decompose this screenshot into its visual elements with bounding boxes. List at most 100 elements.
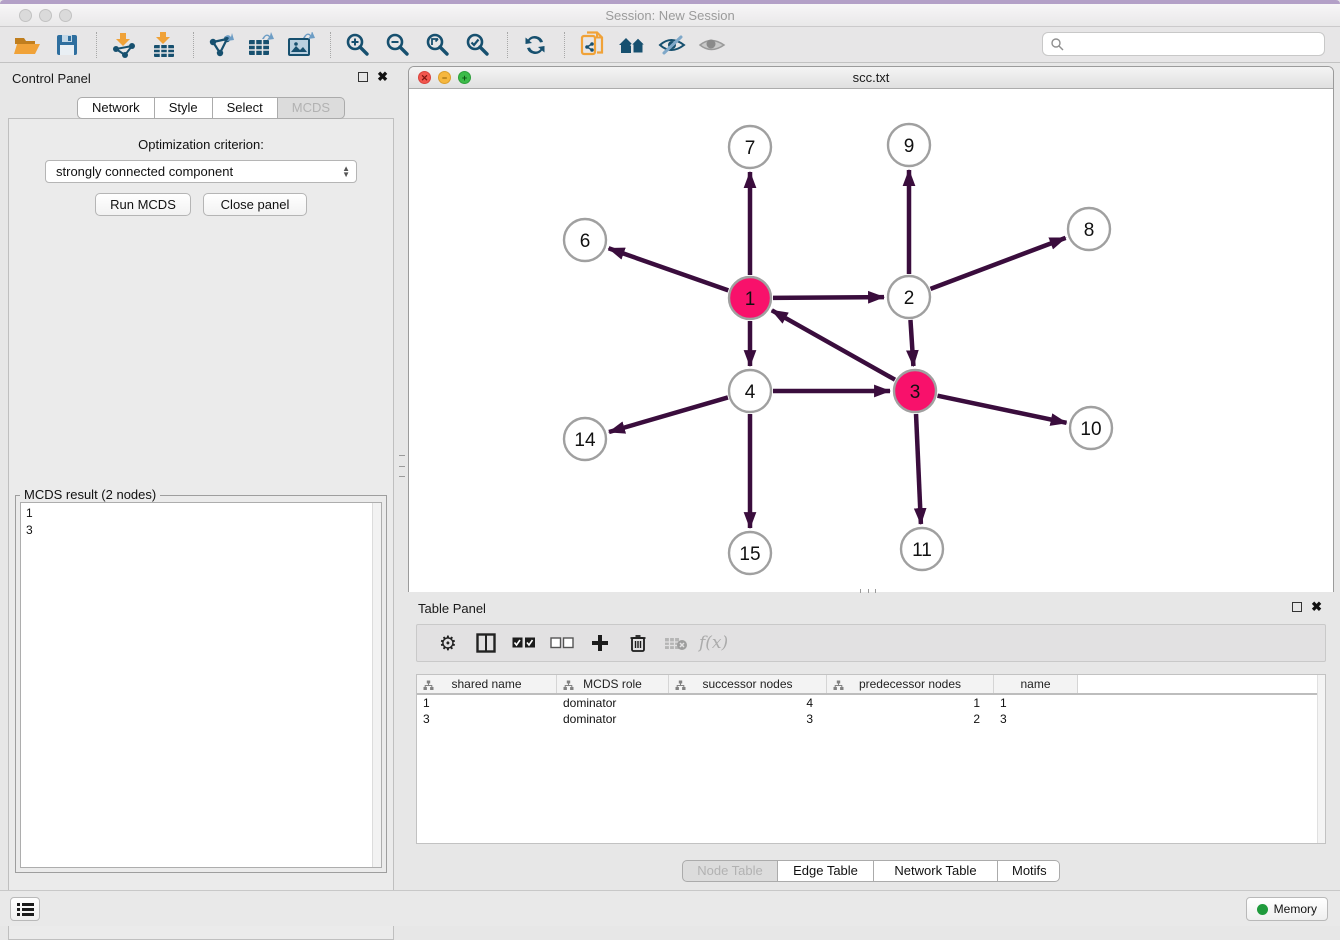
column-header-successor-nodes[interactable]: successor nodes [669, 675, 827, 693]
zoom-fit-icon [425, 32, 451, 58]
mcds-result-lines: 1 3 [26, 505, 33, 539]
zoom-out-button[interactable] [381, 30, 415, 60]
export-network-button[interactable] [204, 30, 238, 60]
hierarchy-icon [675, 680, 686, 691]
delete-column-button[interactable] [623, 629, 653, 657]
graph-node-label-6: 6 [580, 231, 591, 252]
table-row[interactable]: 1 dominator 4 1 1 [417, 695, 1325, 711]
graph-node-label-11: 11 [912, 540, 932, 561]
column-header-predecessor-nodes[interactable]: predecessor nodes [827, 675, 994, 693]
horizontal-splitter-grip[interactable] [860, 589, 876, 593]
hierarchy-icon [423, 680, 434, 691]
select-all-columns-button[interactable] [509, 629, 539, 657]
tab-mcds[interactable]: MCDS [278, 97, 345, 119]
table-tabs: Node Table Edge Table Network Table Moti… [682, 860, 1060, 882]
graph-edge-1-6[interactable] [609, 248, 729, 290]
graph-node-label-3: 3 [910, 382, 921, 403]
tab-network[interactable]: Network [77, 97, 155, 119]
table-settings-button[interactable]: ⚙ [433, 629, 463, 657]
show-all-button[interactable] [695, 30, 729, 60]
toolbar-separator [193, 32, 194, 58]
cell-predecessor-nodes[interactable]: 2 [827, 711, 994, 727]
column-header-name[interactable]: name [994, 675, 1078, 693]
cell-mcds-role[interactable]: dominator [557, 695, 669, 711]
table-panel: Table Panel ✖ ⚙ f(x) [408, 596, 1334, 886]
criterion-dropdown[interactable]: strongly connected component ▲▼ [45, 160, 357, 183]
cell-successor-nodes[interactable]: 4 [669, 695, 827, 711]
zoom-fit-button[interactable] [421, 30, 455, 60]
cell-mcds-role[interactable]: dominator [557, 711, 669, 727]
graph-edge-1-2[interactable] [773, 297, 884, 298]
open-session-button[interactable] [10, 30, 44, 60]
close-table-panel-icon[interactable]: ✖ [1311, 602, 1322, 612]
graph-edge-3-11[interactable] [916, 414, 921, 524]
graph-edge-2-3[interactable] [910, 320, 913, 366]
run-mcds-button[interactable]: Run MCDS [95, 193, 191, 216]
hide-selected-button[interactable] [655, 30, 689, 60]
cell-shared-name[interactable]: 3 [417, 711, 557, 727]
float-panel-icon[interactable] [358, 72, 368, 82]
zoom-selected-button[interactable] [461, 30, 495, 60]
tab-node-table[interactable]: Node Table [682, 860, 778, 882]
home-icon [617, 33, 647, 57]
unselect-all-columns-button[interactable] [547, 629, 577, 657]
cell-predecessor-nodes[interactable]: 1 [827, 695, 994, 711]
column-header-shared-name[interactable]: shared name [417, 675, 557, 693]
export-image-button[interactable] [284, 30, 318, 60]
tab-style[interactable]: Style [155, 97, 213, 119]
tab-select[interactable]: Select [213, 97, 278, 119]
memory-button[interactable]: Memory [1246, 897, 1328, 921]
export-table-button[interactable] [244, 30, 278, 60]
vertical-splitter-grip[interactable] [399, 455, 405, 477]
duplicate-network-button[interactable] [575, 30, 609, 60]
table-scrollbar[interactable] [1317, 675, 1325, 843]
tab-motifs[interactable]: Motifs [998, 860, 1060, 882]
zoom-out-icon [385, 32, 411, 58]
mcds-result-textarea[interactable]: 1 3 [20, 502, 382, 868]
graph-node-label-14: 14 [574, 430, 596, 451]
task-history-button[interactable] [10, 897, 40, 921]
graph-node-label-7: 7 [745, 138, 756, 159]
close-panel-button[interactable]: Close panel [203, 193, 307, 216]
search-box[interactable] [1042, 32, 1325, 56]
graph-edge-4-14[interactable] [609, 397, 728, 432]
import-table-button[interactable] [147, 30, 181, 60]
cell-successor-nodes[interactable]: 3 [669, 711, 827, 727]
column-header-mcds-role[interactable]: MCDS role [557, 675, 669, 693]
desktop-edge-top [0, 0, 1340, 4]
show-columns-button[interactable] [471, 629, 501, 657]
zoom-in-icon [345, 32, 371, 58]
control-panel-tabs: Network Style Select MCDS [77, 97, 345, 119]
toolbar-separator [96, 32, 97, 58]
table-toolbar: ⚙ f(x) [416, 624, 1326, 662]
delete-table-icon [664, 635, 688, 651]
delete-table-button[interactable] [661, 629, 691, 657]
table-panel-title: Table Panel [418, 601, 486, 616]
create-column-button[interactable] [585, 629, 615, 657]
cell-name[interactable]: 1 [994, 695, 1078, 711]
cell-name[interactable]: 3 [994, 711, 1078, 727]
table-row[interactable]: 3 dominator 3 2 3 [417, 711, 1325, 727]
refresh-layout-button[interactable] [518, 30, 552, 60]
graph-edge-3-1[interactable] [772, 310, 895, 379]
zoom-in-button[interactable] [341, 30, 375, 60]
graph-node-label-2: 2 [904, 288, 915, 309]
result-scrollbar[interactable] [372, 503, 381, 867]
graph-edge-3-10[interactable] [938, 396, 1067, 423]
function-builder-button[interactable]: f(x) [699, 629, 728, 657]
cell-shared-name[interactable]: 1 [417, 695, 557, 711]
search-input[interactable] [1064, 37, 1324, 51]
close-panel-icon[interactable]: ✖ [377, 72, 388, 82]
criterion-selected-value: strongly connected component [56, 164, 233, 179]
tab-edge-table[interactable]: Edge Table [778, 860, 874, 882]
float-table-panel-icon[interactable] [1292, 602, 1302, 612]
graph-edge-2-8[interactable] [931, 238, 1066, 289]
tab-network-table[interactable]: Network Table [874, 860, 998, 882]
import-network-button[interactable] [107, 30, 141, 60]
save-session-button[interactable] [50, 30, 84, 60]
network-canvas[interactable]: 7968124314101511 [409, 89, 1333, 592]
network-window-titlebar[interactable]: ✕ − + scc.txt [409, 67, 1333, 89]
chevron-updown-icon: ▲▼ [342, 166, 350, 178]
export-table-icon [247, 32, 275, 58]
home-overview-button[interactable] [615, 30, 649, 60]
